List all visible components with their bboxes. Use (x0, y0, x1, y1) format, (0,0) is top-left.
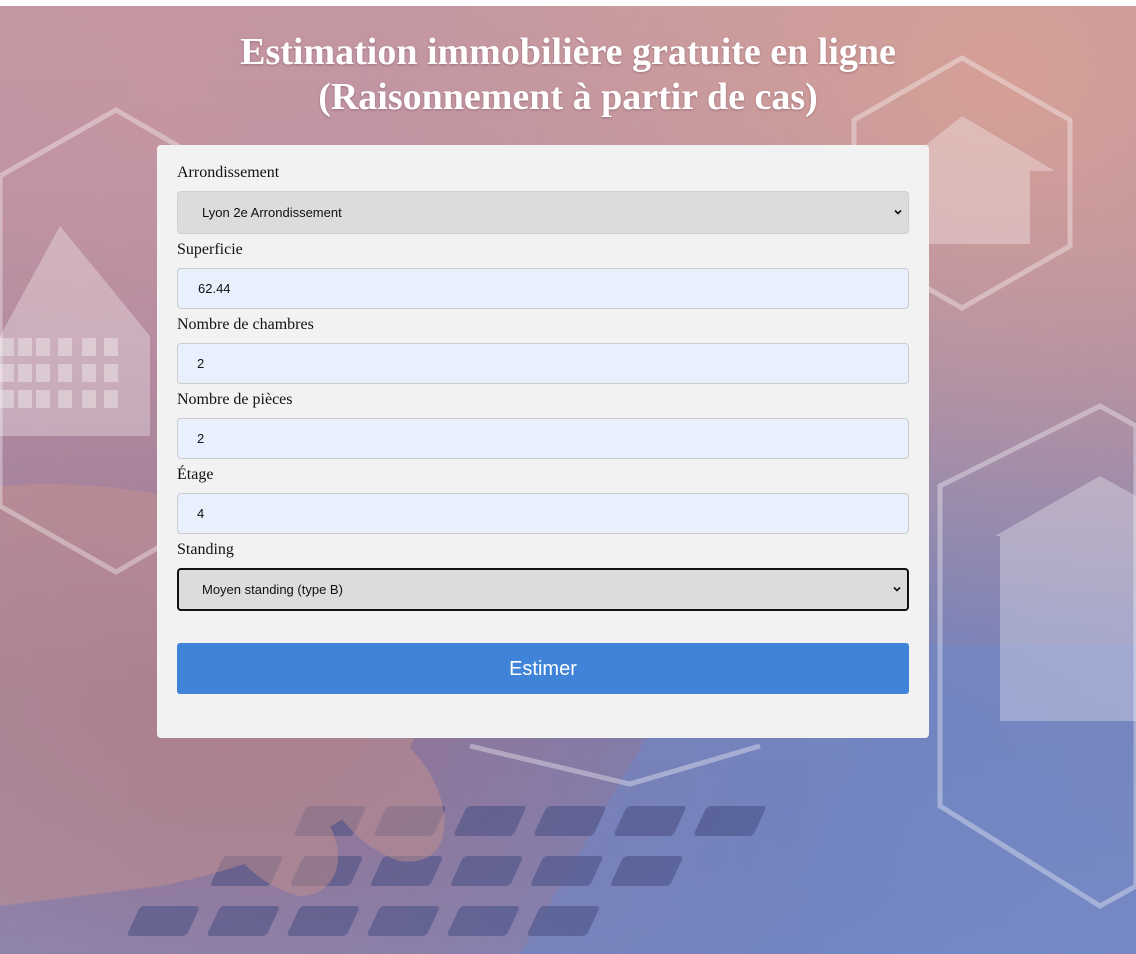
superficie-input[interactable]: 62.44 (177, 268, 909, 309)
pieces-value: 2 (197, 431, 205, 446)
standing-select[interactable]: Moyen standing (type B) (177, 568, 909, 611)
page-title: Estimation immobilière gratuite en ligne… (25, 30, 1111, 120)
superficie-label: Superficie (177, 241, 243, 258)
etage-label: Étage (177, 466, 214, 483)
pieces-label: Nombre de pièces (177, 391, 293, 408)
etage-input[interactable]: 4 (177, 493, 909, 534)
chevron-down-icon (893, 586, 901, 592)
estimation-form: Arrondissement Lyon 2e Arrondissement Su… (157, 145, 929, 738)
arrondissement-select[interactable]: Lyon 2e Arrondissement (177, 191, 909, 234)
standing-selected-value: Moyen standing (type B) (202, 582, 343, 597)
chevron-down-icon (894, 209, 902, 215)
chambres-label: Nombre de chambres (177, 316, 314, 333)
etage-value: 4 (197, 506, 205, 521)
arrondissement-label: Arrondissement (177, 164, 280, 181)
page-title-line-1: Estimation immobilière gratuite en ligne (240, 31, 896, 73)
page: Estimation immobilière gratuite en ligne… (0, 0, 1136, 954)
estimer-button[interactable]: Estimer (177, 643, 909, 694)
chambres-input[interactable]: 2 (177, 343, 909, 384)
page-title-line-2: (Raisonnement à partir de cas) (318, 76, 818, 118)
arrondissement-selected-value: Lyon 2e Arrondissement (202, 205, 342, 220)
standing-label: Standing (177, 541, 234, 558)
pieces-input[interactable]: 2 (177, 418, 909, 459)
superficie-value: 62.44 (198, 281, 231, 296)
chambres-value: 2 (197, 356, 205, 371)
